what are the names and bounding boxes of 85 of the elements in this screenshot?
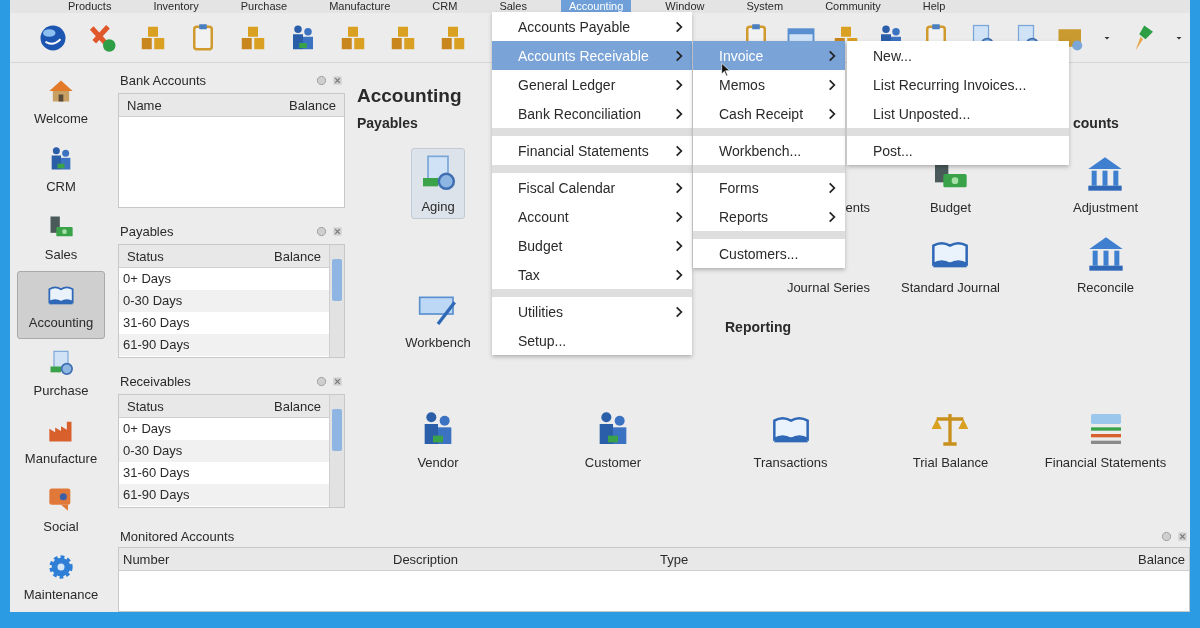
menu-item[interactable]: List Recurring Invoices... [847,70,1069,99]
shortcut-button[interactable]: Workbench [399,285,477,354]
column-header[interactable]: Description [389,551,656,567]
menu-item[interactable]: Purchase [232,0,296,13]
table-cell: 0-30 Days [119,290,329,312]
shortcut-button[interactable]: Reconcile [1070,230,1141,299]
section-heading: Reporting [724,318,792,335]
menu-item[interactable]: New... [847,41,1069,70]
shortcut-button[interactable]: Standard Journal [895,230,1006,299]
table-cell: 61-90 Days [119,484,329,506]
shortcut-button[interactable]: Journal Series [780,276,876,299]
menu-item[interactable]: General Ledger [492,70,692,99]
menu-item[interactable]: Fiscal Calendar [492,173,692,202]
column-header[interactable]: Balance [285,97,340,113]
shortcut-button[interactable]: Adjustment [1066,150,1144,219]
shortcut-button[interactable]: Transactions [747,405,834,474]
menu-item[interactable]: Bank Reconciliation [492,99,692,128]
shortcut-button[interactable]: Customer [578,405,648,474]
menu-item[interactable]: Financial Statements [492,136,692,165]
column-header[interactable]: Status [123,398,168,414]
menu-item[interactable]: List Unposted... [847,99,1069,128]
menu-item[interactable]: Memos [693,70,845,99]
table-cell-text: 0+ Days [122,270,173,288]
sidebar-item[interactable]: Accounting [17,271,105,339]
column-header[interactable]: Balance [919,551,1189,567]
menu-item[interactable]: Help [914,0,954,13]
panel-title: Payables [120,223,174,239]
sidebar-item[interactable]: Manufacture [17,407,105,475]
sidebar-item[interactable]: Sales [17,203,105,271]
shortcut-button[interactable]: Aging [411,148,465,219]
menu-item[interactable]: Budget [492,231,692,260]
menu-item[interactable]: Setup... [492,326,692,355]
sidebar-item[interactable]: Welcome [17,67,105,135]
menu-item[interactable]: Customers... [693,239,845,268]
table-cell-text: 31-60 Days [122,314,191,332]
restore-icon[interactable] [316,225,327,237]
menu-item[interactable]: Post... [847,136,1069,165]
column-header[interactable]: Number [119,551,389,567]
column-header[interactable]: Name [123,97,166,113]
close-icon[interactable] [1177,530,1188,542]
table-cell: 61-90 Days [119,334,329,356]
close-icon[interactable] [332,225,343,237]
menu-item[interactable]: Tax [492,260,692,289]
sidebar-item[interactable]: CRM [17,135,105,203]
panel-title: Bank Accounts [120,72,206,88]
panel-title: Monitored Accounts [120,528,235,544]
sidebar-item[interactable]: Social [17,475,105,543]
restore-icon[interactable] [316,74,327,86]
close-icon[interactable] [332,74,343,86]
column-header[interactable]: Status [123,248,168,264]
shortcut-button[interactable]: Vendor [411,405,465,474]
menu-item[interactable]: Workbench... [693,136,845,165]
column-header[interactable]: Balance [270,398,325,414]
section-heading: Payables [356,115,418,131]
column-header[interactable]: Balance [270,248,325,264]
menu-item[interactable]: Account [492,202,692,231]
menu-item[interactable]: Utilities [492,297,692,326]
menu-item[interactable]: Inventory [145,0,207,13]
menu-item[interactable]: System [738,0,792,13]
shortcut-button[interactable]: Financial Statements [1038,405,1173,474]
table-cell-text: 0+ Days [122,420,173,438]
menu-item[interactable]: Cash Receipt [693,99,845,128]
x-check-icon[interactable] [88,22,118,53]
sidebar-item[interactable]: Purchase [17,339,105,407]
menu-item[interactable]: Manufacture [321,0,399,13]
menu-item[interactable]: Accounts Payable [492,12,692,41]
restore-icon[interactable] [316,375,327,387]
sidebar-item[interactable]: Maintenance [17,543,105,611]
table-cell-text: 31-60 Days [122,464,191,482]
column-header[interactable]: Type [656,551,919,567]
restore-icon[interactable] [1161,530,1172,542]
gear-icon [47,552,75,581]
menu-item[interactable]: Sales [491,0,535,13]
shortcut-button[interactable]: Trial Balance [906,405,995,474]
scrollbar[interactable] [329,245,344,357]
scrollbar[interactable] [329,395,344,507]
panel-title: Receivables [120,373,191,389]
close-icon[interactable] [332,375,343,387]
menu-item[interactable]: CRM [424,0,466,13]
menu-item[interactable]: Products [60,0,120,13]
menu-item[interactable]: Window [657,0,713,13]
section-heading: counts [1072,115,1119,131]
page-title: Accounting [356,85,462,107]
menu-item[interactable]: Community [817,0,889,13]
table-cell: 0-30 Days [119,440,329,462]
